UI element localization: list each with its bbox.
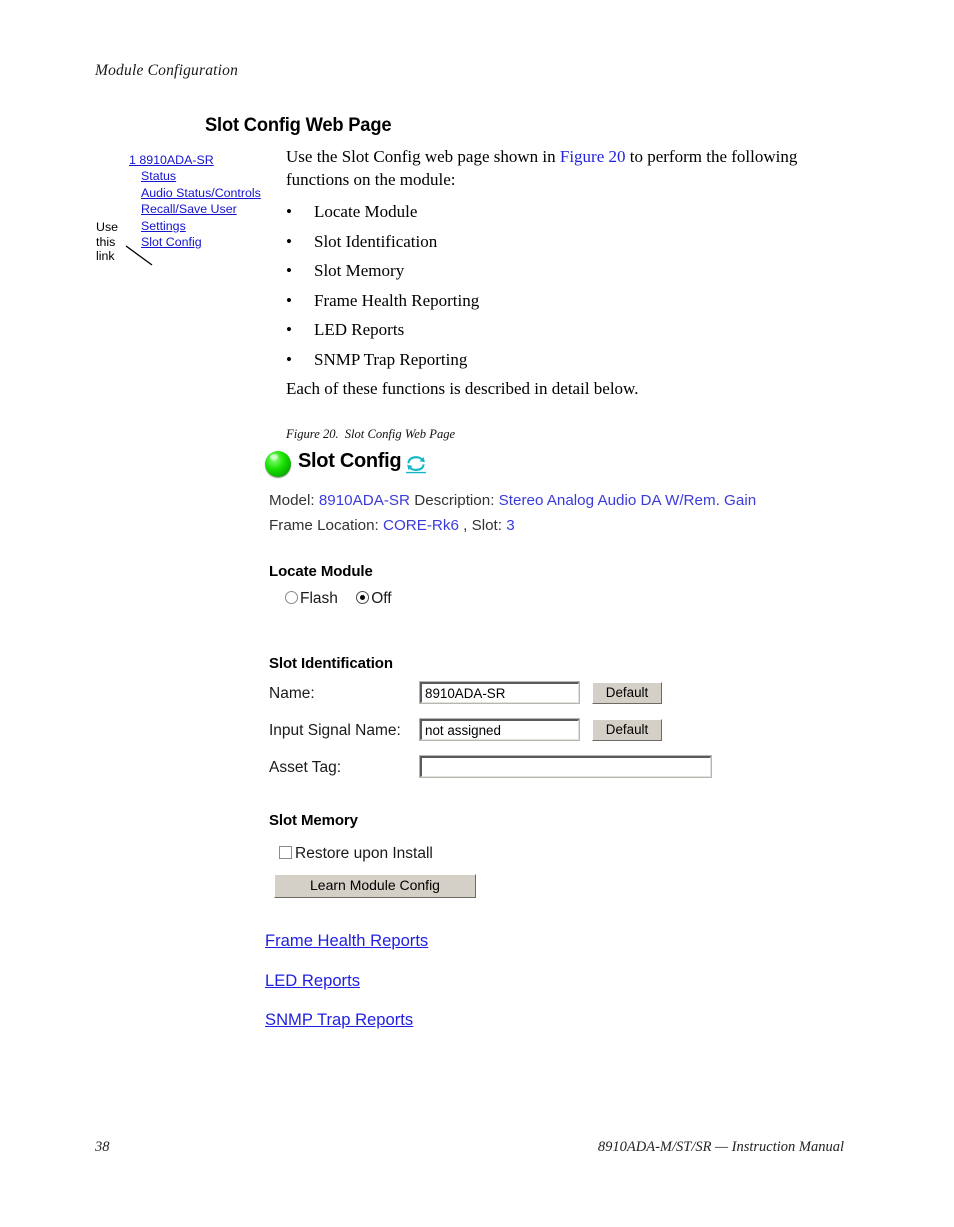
page-title: Slot Config Web Page	[205, 114, 392, 136]
bullet-dot-icon: •	[286, 261, 292, 280]
refresh-icon[interactable]	[405, 454, 427, 474]
name-default-button[interactable]: Default	[592, 682, 662, 704]
slot-label: , Slot:	[463, 517, 503, 534]
footer-page-number: 38	[95, 1139, 110, 1155]
slot-config-web-page-figure: Slot Config Model: 8910ADA-SR Descriptio…	[265, 450, 865, 1029]
bullet-dot-icon: •	[286, 202, 292, 221]
frame-location-value: CORE-Rk6	[382, 517, 459, 534]
nav-link-recall-save-user[interactable]: Recall/Save User	[129, 201, 281, 217]
web-nav-link-list: 1 8910ADA-SR Status Audio Status/Control…	[129, 152, 281, 250]
input-signal-name-input[interactable]: not assigned	[419, 718, 580, 741]
slot-value: 3	[506, 517, 515, 534]
metadata-row-frame-location: Frame Location: CORE-Rk6 , Slot: 3	[269, 513, 756, 538]
led-reports-link[interactable]: LED Reports	[265, 971, 360, 991]
list-item: • Frame Health Reporting	[286, 286, 786, 316]
description-label: Description:	[414, 492, 495, 509]
list-item: • SNMP Trap Reporting	[286, 345, 786, 375]
intro-paragraph: Use the Slot Config web page shown in Fi…	[286, 146, 834, 191]
web-page-header: Slot Config	[265, 450, 865, 480]
callout-pointer-line	[125, 245, 153, 266]
list-item-label: SNMP Trap Reporting	[314, 349, 468, 369]
figure-cross-reference[interactable]: Figure 20	[560, 147, 626, 166]
list-item-label: LED Reports	[314, 320, 405, 339]
frame-health-reports-link[interactable]: Frame Health Reports	[265, 931, 428, 951]
document-page: Module Configuration Slot Config Web Pag…	[0, 0, 954, 1227]
figure-caption: Figure 20. Slot Config Web Page	[286, 427, 455, 442]
name-field-label: Name:	[269, 685, 315, 702]
input-signal-name-default-button[interactable]: Default	[592, 719, 662, 741]
learn-module-config-button[interactable]: Learn Module Config	[274, 874, 476, 898]
frame-location-label: Frame Location:	[269, 517, 379, 534]
function-bullet-list: • Locate Module • Slot Identification • …	[286, 197, 786, 374]
list-item-label: Frame Health Reporting	[314, 290, 480, 310]
radio-label-off: Off	[371, 590, 392, 607]
list-item: • Slot Identification	[286, 227, 786, 257]
nav-link-module-root[interactable]: 1 8910ADA-SR	[129, 152, 281, 168]
nav-link-status[interactable]: Status	[129, 168, 281, 184]
bullet-dot-icon: •	[286, 290, 292, 310]
input-signal-name-label: Input Signal Name:	[269, 722, 401, 739]
model-label: Model:	[269, 492, 315, 509]
locate-module-heading: Locate Module	[269, 563, 373, 580]
bullet-dot-icon: •	[286, 320, 292, 339]
radio-button-icon-selected[interactable]	[356, 591, 370, 604]
callout-line-1: Use	[96, 220, 119, 234]
list-item: • Locate Module	[286, 197, 786, 227]
nav-link-audio-status-controls[interactable]: Audio Status/Controls	[129, 185, 281, 201]
radio-button-icon[interactable]	[285, 591, 298, 604]
closing-paragraph: Each of these functions is described in …	[286, 379, 639, 398]
restore-upon-install-row[interactable]: Restore upon Install	[279, 845, 433, 863]
nav-link-settings[interactable]: Settings	[129, 218, 281, 234]
callout-line-3: link	[96, 249, 115, 264]
radio-option-flash[interactable]: Flash	[285, 590, 338, 608]
metadata-row-model: Model: 8910ADA-SR Description: Stereo An…	[269, 488, 756, 513]
web-page-title: Slot Config	[298, 450, 402, 472]
nav-callout: 1 8910ADA-SR Status Audio Status/Control…	[96, 152, 281, 272]
list-item-label: Slot Identification	[314, 231, 438, 251]
radio-label-flash: Flash	[300, 590, 338, 607]
description-value: Stereo Analog Audio DA W/Rem. Gain	[498, 492, 757, 509]
intro-text-before: Use the Slot Config web page shown in	[286, 147, 560, 166]
list-item-label: Slot Memory	[314, 261, 405, 280]
slot-identification-heading: Slot Identification	[269, 655, 393, 672]
figure-number: Figure 20.	[286, 427, 339, 441]
snmp-trap-reports-link[interactable]: SNMP Trap Reports	[265, 1010, 413, 1030]
field-row-asset-tag: Asset Tag:	[265, 755, 725, 784]
asset-tag-input[interactable]	[419, 755, 712, 778]
name-input[interactable]: 8910ADA-SR	[419, 681, 580, 704]
restore-upon-install-label: Restore upon Install	[295, 845, 433, 862]
asset-tag-label: Asset Tag:	[269, 759, 342, 776]
module-metadata: Model: 8910ADA-SR Description: Stereo An…	[269, 488, 756, 538]
figure-caption-text: Slot Config Web Page	[344, 427, 456, 441]
running-head: Module Configuration	[95, 62, 239, 79]
bullet-dot-icon: •	[286, 231, 292, 251]
field-row-name: Name: 8910ADA-SR Default	[265, 681, 685, 710]
checkbox-icon[interactable]	[279, 846, 292, 859]
list-item: • LED Reports	[286, 315, 786, 345]
footer-manual-title: 8910ADA-M/ST/SR — Instruction Manual	[597, 1139, 844, 1155]
model-value: 8910ADA-SR	[318, 492, 410, 509]
green-status-led-icon	[265, 451, 291, 477]
callout-annotation-text: Use this link	[96, 220, 130, 264]
bullet-dot-icon: •	[286, 349, 292, 369]
list-item-label: Locate Module	[314, 202, 418, 221]
list-item: • Slot Memory	[286, 256, 786, 286]
callout-line-2: this	[96, 234, 116, 249]
locate-module-radio-group: Flash Off	[285, 590, 406, 608]
radio-option-off[interactable]: Off	[356, 590, 392, 608]
field-row-input-signal-name: Input Signal Name: not assigned Default	[265, 718, 685, 747]
slot-memory-heading: Slot Memory	[269, 812, 358, 829]
